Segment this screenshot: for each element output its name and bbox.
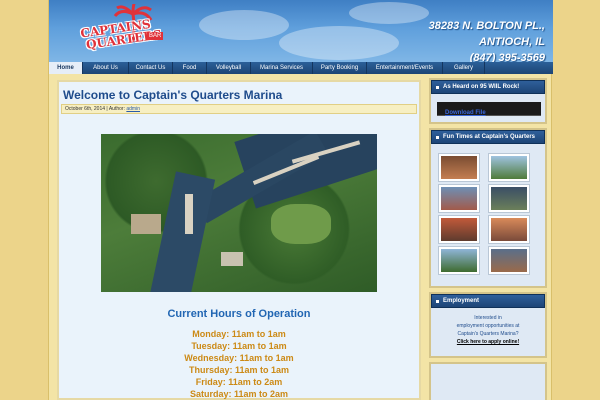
widget-empty [429, 362, 547, 400]
apply-online-link[interactable]: Click here to apply online! [457, 339, 519, 345]
marina-aerial-photo [101, 134, 377, 292]
gallery-thumb[interactable] [438, 215, 480, 244]
hours-item: Saturday: 11am to 2am [189, 389, 289, 399]
post-title[interactable]: Welcome to Captain's Quarters Marina [63, 88, 282, 102]
widget-header: As Heard on 95 WIIL Rock! [431, 80, 545, 94]
nav-item-gallery[interactable]: Gallery [443, 62, 485, 74]
nav-item-home[interactable]: Home [49, 62, 83, 74]
widget-title: As Heard on 95 WIIL Rock! [443, 84, 520, 90]
page-wrapper: CAPTAINS QUARTERS BAR 38283 N. BOLTON PL… [48, 0, 553, 400]
hours-item: Friday: 11am to 2am [195, 377, 283, 387]
hours-item: Tuesday: 11am to 1am [191, 341, 287, 351]
post-meta: October 6th, 2014 | Author: admin [61, 104, 417, 114]
nav-item-about-us[interactable]: About Us [83, 62, 129, 74]
photo-dock [185, 194, 193, 234]
square-bullet-icon [436, 135, 439, 139]
nav-item-volleyball[interactable]: Volleyball [207, 62, 251, 74]
post-date: October 6th, 2014 [65, 106, 106, 112]
gallery-thumb[interactable] [488, 215, 530, 244]
header-address: 38283 N. BOLTON PL., ANTIOCH, IL (847) 3… [429, 18, 545, 62]
widget-title: Employment [443, 298, 480, 304]
nav-item-party-booking[interactable]: Party Booking [313, 62, 367, 74]
hours-item: Thursday: 11am to 1am [188, 365, 290, 375]
widget-title: Fun Times at Captain's Quarters [443, 134, 536, 140]
square-bullet-icon [436, 85, 439, 89]
cloud-decoration [349, 2, 429, 24]
photo-building [221, 252, 243, 266]
cloud-decoration [199, 10, 289, 40]
phone-number[interactable]: (847) 395-3569 [429, 50, 545, 62]
nav-item-entertainment-events[interactable]: Entertainment/Events [367, 62, 443, 74]
nav-item-contact-us[interactable]: Contact Us [129, 62, 173, 74]
site-logo[interactable]: CAPTAINS QUARTERS BAR [63, 4, 164, 60]
widget-employment: Employment Interested in employment oppo… [429, 292, 547, 358]
widget-radio: As Heard on 95 WIIL Rock! Download File [429, 78, 547, 124]
gallery-thumb[interactable] [438, 153, 480, 182]
employment-text: Interested in employment opportunities a… [431, 314, 545, 346]
hours-list: Monday: 11am to 1am Tuesday: 11am to 1am… [59, 328, 419, 400]
gallery-thumb[interactable] [488, 184, 530, 213]
widget-header: Employment [431, 294, 545, 308]
main-content: Welcome to Captain's Quarters Marina Oct… [57, 80, 421, 400]
widget-gallery: Fun Times at Captain's Quarters [429, 128, 547, 288]
hours-item: Wednesday: 11am to 1am [184, 353, 294, 363]
hours-heading: Current Hours of Operation [167, 308, 311, 320]
cloud-decoration [279, 26, 399, 60]
gallery-thumb[interactable] [488, 246, 530, 275]
main-nav: Home About Us Contact Us Food Volleyball… [49, 62, 553, 74]
download-file-link[interactable]: Download File [445, 110, 486, 116]
nav-item-marina-services[interactable]: Marina Services [251, 62, 313, 74]
logo-badge: BAR [147, 32, 164, 40]
audio-player[interactable]: Download File [437, 102, 541, 116]
nav-item-food[interactable]: Food [173, 62, 207, 74]
hours-item: Monday: 11am to 1am [192, 329, 286, 339]
employment-line: Interested in [474, 315, 502, 321]
post-author-prefix: | Author: [106, 106, 125, 112]
employment-line: Captain's Quarters Marina? [457, 331, 519, 337]
address-line-1: 38283 N. BOLTON PL., [428, 20, 545, 32]
gallery-thumb[interactable] [438, 184, 480, 213]
photo-building [131, 214, 161, 234]
photo-lawn [271, 204, 331, 244]
gallery-thumb[interactable] [438, 246, 480, 275]
gallery-thumb[interactable] [488, 153, 530, 182]
address-line-2: ANTIOCH, IL [479, 36, 545, 48]
square-bullet-icon [436, 299, 439, 303]
post-author-link[interactable]: admin [126, 106, 140, 112]
site-header: CAPTAINS QUARTERS BAR 38283 N. BOLTON PL… [49, 0, 553, 62]
employment-line: employment opportunities at [456, 323, 520, 329]
widget-header: Fun Times at Captain's Quarters [431, 130, 545, 144]
